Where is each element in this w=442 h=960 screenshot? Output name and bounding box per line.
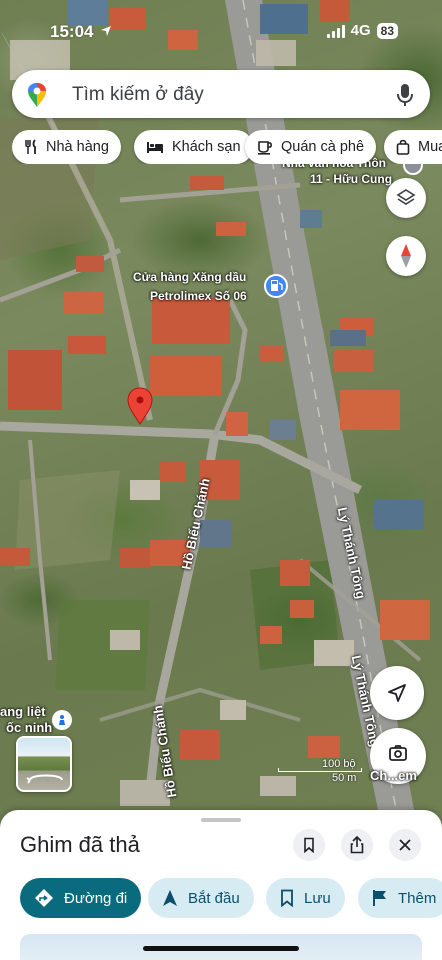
home-indicator[interactable] <box>143 946 299 951</box>
directions-button[interactable]: Đường đi <box>20 878 142 918</box>
share-icon <box>350 836 364 854</box>
layers-icon <box>396 189 416 205</box>
share-button[interactable] <box>341 829 373 861</box>
google-maps-pin-icon <box>28 83 46 107</box>
street-view-badge <box>52 710 72 730</box>
pegman-icon <box>59 715 65 725</box>
flag-icon <box>373 890 386 906</box>
street-view-label: Ch...em <box>370 768 417 783</box>
compass-button[interactable] <box>386 236 426 276</box>
bookmark-icon <box>281 889 293 907</box>
status-bar: 15:04 4G 83 <box>0 0 442 60</box>
location-arrow-icon <box>101 26 112 36</box>
search-bar[interactable]: Tìm kiếm ở đây <box>12 70 430 118</box>
compass-icon <box>401 244 411 268</box>
status-time: 15:04 <box>50 22 112 42</box>
chip-shopping[interactable]: Mua <box>384 130 442 164</box>
rotate-360-icon <box>26 774 63 784</box>
signal-strength-icon <box>326 24 345 38</box>
camera-360-icon <box>389 745 407 761</box>
bed-icon <box>147 142 163 153</box>
coffee-cup-icon <box>258 141 272 155</box>
poi-label-gas-station-line1[interactable]: Cửa hàng Xăng dầu <box>133 270 246 284</box>
add-more-button[interactable]: Thêm <box>358 878 442 918</box>
chip-restaurants[interactable]: Nhà hàng <box>12 130 121 164</box>
start-navigation-button[interactable]: Bắt đầu <box>148 878 254 918</box>
search-input[interactable]: Tìm kiếm ở đây <box>72 84 204 106</box>
close-icon <box>399 839 411 851</box>
shopping-bag-icon <box>396 139 410 155</box>
network-type: 4G <box>350 22 371 39</box>
category-chips: Nhà hàng Khách sạn Quán cà phê Mua <box>12 130 442 164</box>
status-indicators: 4G 83 <box>326 22 398 39</box>
scale-meters: 50 m <box>332 772 357 784</box>
poi-label-top-line2[interactable]: 11 - Hữu Cung <box>310 172 392 186</box>
bookmark-icon <box>304 837 314 853</box>
microphone-icon[interactable] <box>396 82 414 108</box>
fork-knife-icon <box>25 139 36 154</box>
place-sheet[interactable]: Ghim đã thả Đường đi Bắt đầu Lưu Thêm <box>0 810 442 960</box>
chip-hotels[interactable]: Khách sạn <box>134 130 253 164</box>
street-view-thumbnail[interactable] <box>16 736 72 792</box>
save-bookmark-button[interactable] <box>293 829 325 861</box>
directions-diamond-icon <box>35 889 53 907</box>
close-button[interactable] <box>389 829 421 861</box>
sheet-title: Ghim đã thả <box>20 832 140 857</box>
layers-button[interactable] <box>386 178 426 218</box>
save-button[interactable]: Lưu <box>266 878 345 918</box>
my-location-button[interactable] <box>370 666 424 720</box>
chip-coffee[interactable]: Quán cà phê <box>245 130 377 164</box>
battery-icon: 83 <box>376 22 398 39</box>
street-view-place-label: ang liệt ốc ninh <box>0 704 53 735</box>
navigation-arrow-icon <box>388 684 406 702</box>
poi-label-gas-station-line2[interactable]: Petrolimex Số 06 <box>150 289 247 303</box>
sheet-drag-handle[interactable] <box>201 818 241 822</box>
navigation-arrow-icon <box>163 890 177 906</box>
